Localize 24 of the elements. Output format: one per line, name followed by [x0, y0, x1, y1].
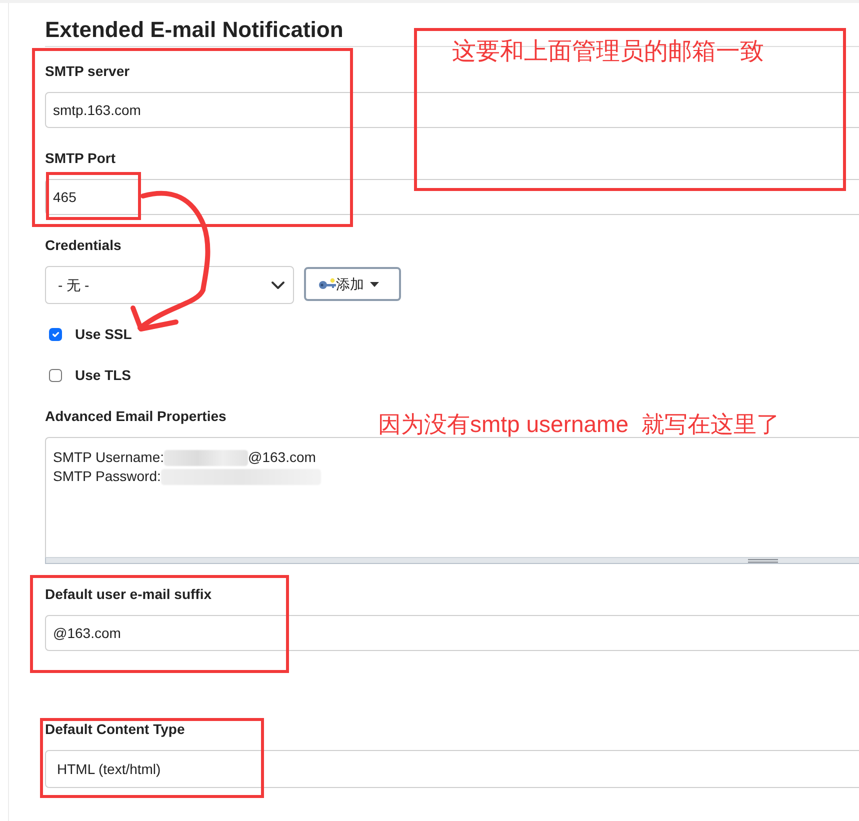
chevron-down-icon: [271, 280, 285, 290]
caret-icon: [370, 282, 379, 286]
checkbox[interactable]: [49, 328, 62, 341]
textarea-text: @163.com: [248, 448, 316, 467]
textarea-text: SMTP Password:: [53, 467, 161, 486]
checkbox-label: Use SSL: [75, 325, 132, 344]
credentials-select[interactable]: - 无 -: [45, 266, 294, 304]
field-label: SMTP server: [45, 62, 130, 81]
add-dropdown-button[interactable]: 添加: [304, 267, 401, 301]
checkbox[interactable]: [49, 369, 62, 382]
key-icon: [318, 278, 336, 290]
content-type-select[interactable]: HTML (text/html): [45, 750, 859, 788]
textarea-text: SMTP Username:: [53, 448, 164, 467]
field-label: SMTP Port: [45, 149, 116, 168]
field-label: Default Content Type: [45, 720, 185, 739]
field-label: Credentials: [45, 236, 122, 255]
annotation-note: 因为没有smtp username 就写在这里了: [378, 412, 780, 438]
grip-icon: [748, 558, 778, 562]
input-field[interactable]: @163.com: [45, 615, 859, 651]
input-field[interactable]: 465: [45, 179, 859, 215]
checkbox-label: Use TLS: [75, 366, 132, 385]
field-label: Advanced Email Properties: [45, 407, 226, 426]
field-label: Default user e-mail suffix: [45, 585, 212, 604]
input-field[interactable]: smtp.163.com: [45, 92, 859, 128]
